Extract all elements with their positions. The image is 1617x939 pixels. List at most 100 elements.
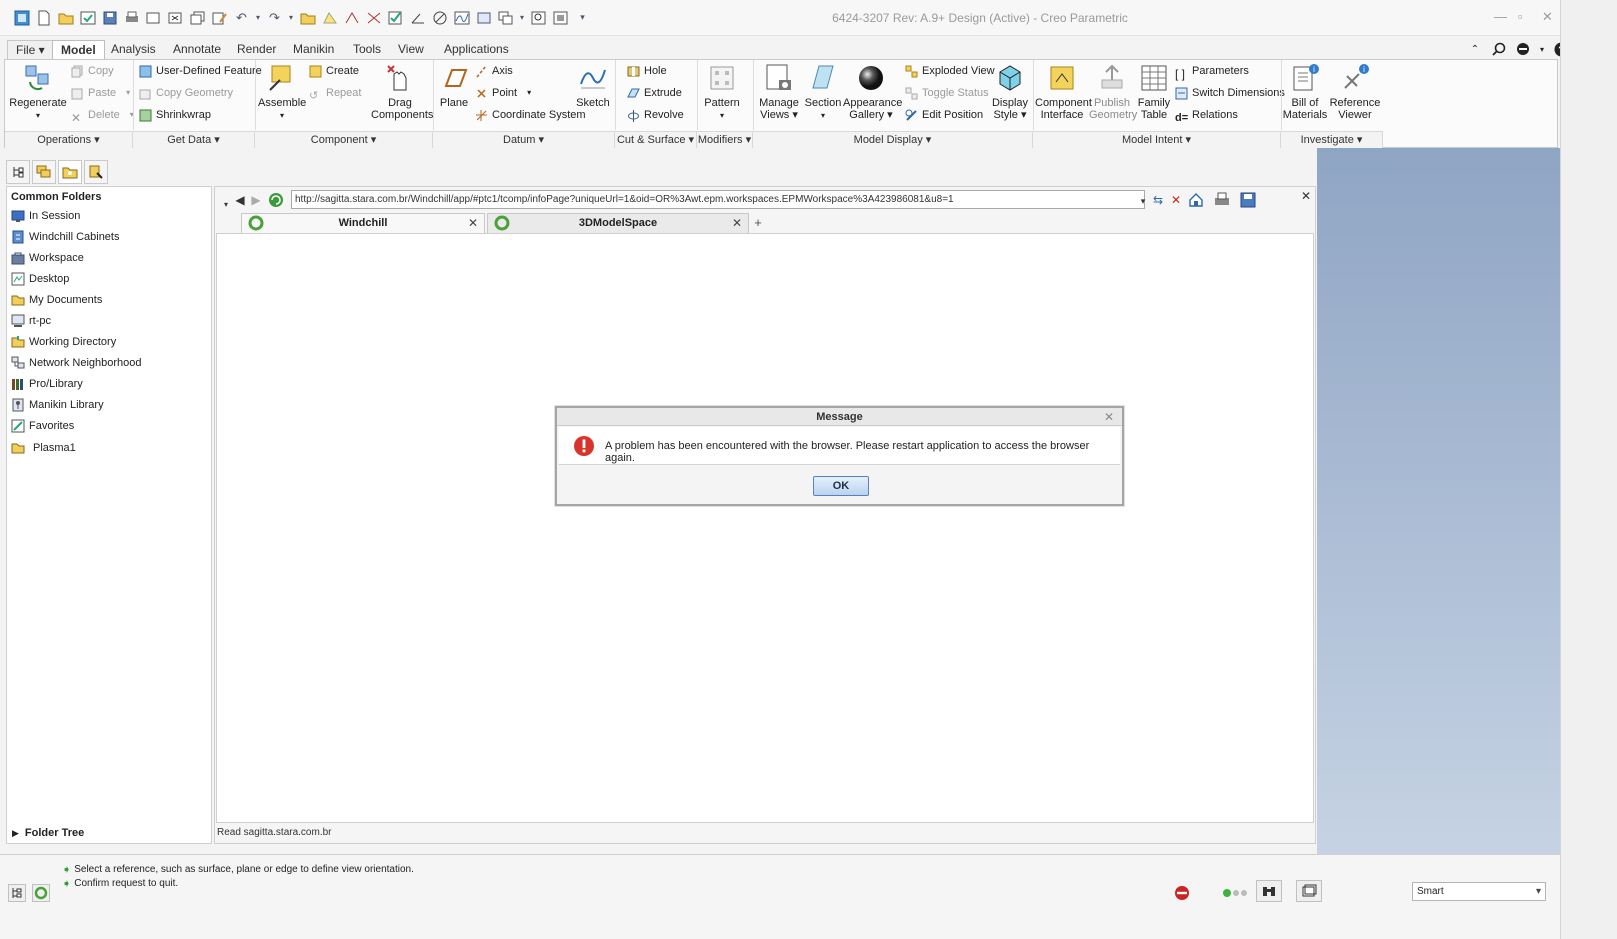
reference-viewer-button[interactable]: i Reference Viewer xyxy=(1329,62,1381,121)
navigator-toggle-icon[interactable] xyxy=(8,884,26,902)
save-icon[interactable] xyxy=(100,8,119,27)
windows-dropdown-icon[interactable]: ▾ xyxy=(518,8,526,27)
tab-applications[interactable]: Applications xyxy=(436,40,517,60)
new-tab-icon[interactable]: + xyxy=(749,213,767,231)
close-browser-icon[interactable]: ✕ xyxy=(1297,187,1315,205)
manage-views-button[interactable]: Manage Views ▾ xyxy=(757,62,801,121)
copy-geometry-button[interactable]: Copy Geometry xyxy=(139,84,233,102)
tab-model[interactable]: Model xyxy=(52,40,105,60)
user-defined-feature-button[interactable]: User-Defined Feature xyxy=(139,62,262,80)
model-intent-group-label[interactable]: Model Intent ▾ xyxy=(1033,131,1281,148)
tab-file[interactable]: File ▾ xyxy=(7,40,54,60)
folder-manikin-library[interactable]: Manikin Library xyxy=(11,396,104,414)
customize-dropdown-icon[interactable]: ▾ xyxy=(573,8,592,27)
maximize-icon[interactable]: ▫ xyxy=(1518,9,1523,24)
stop-regeneration-icon[interactable] xyxy=(1174,885,1190,904)
curve-icon[interactable] xyxy=(452,8,471,27)
print-page-icon[interactable] xyxy=(1213,191,1231,209)
measure-icon[interactable] xyxy=(430,8,449,27)
edit-position-button[interactable]: Edit Position xyxy=(905,106,983,124)
folder-icon[interactable] xyxy=(298,8,317,27)
copy-button[interactable]: Copy xyxy=(71,62,114,80)
family-table-button[interactable]: Family Table xyxy=(1136,62,1172,121)
tab-analysis[interactable]: Analysis xyxy=(103,40,164,60)
publish-geometry-button[interactable]: Publish Geometry xyxy=(1089,62,1137,121)
drag-components-button[interactable]: Drag Components xyxy=(371,62,433,121)
close-icon[interactable]: ✕ xyxy=(1542,9,1553,25)
exploded-view-button[interactable]: Exploded View xyxy=(905,62,995,80)
url-input[interactable]: http://sagitta.stara.com.br/Windchill/ap… xyxy=(291,190,1145,209)
display-style-button[interactable]: Display Style ▾ xyxy=(989,62,1031,121)
home-icon[interactable] xyxy=(1187,191,1205,209)
tab-close-icon[interactable]: ✕ xyxy=(732,214,742,232)
dimension-icon[interactable] xyxy=(342,8,361,27)
go-icon[interactable]: ⇆ xyxy=(1149,191,1167,209)
paste-button[interactable]: Paste ▾ xyxy=(71,84,130,102)
tab-manikin[interactable]: Manikin xyxy=(285,40,342,60)
browser-content[interactable] xyxy=(216,233,1314,823)
bill-of-materials-button[interactable]: i Bill of Materials xyxy=(1281,62,1329,121)
search-icon[interactable] xyxy=(1490,40,1508,58)
favorites-tab[interactable] xyxy=(84,160,108,184)
model-tree-tab[interactable] xyxy=(6,160,30,184)
browser-toggle-icon[interactable] xyxy=(32,884,50,902)
tab-render[interactable]: Render xyxy=(229,40,284,60)
datum-group-label[interactable]: Datum ▾ xyxy=(433,131,615,148)
sketch-tool-icon[interactable] xyxy=(320,8,339,27)
switch-dimensions-button[interactable]: Switch Dimensions xyxy=(1175,84,1285,102)
ok-button[interactable]: OK xyxy=(813,476,869,496)
folder-pro-library[interactable]: Pro/Library xyxy=(11,375,83,393)
layer-tab[interactable] xyxy=(32,160,56,184)
revolve-button[interactable]: Revolve xyxy=(627,106,684,124)
assemble-button[interactable]: Assemble ▾ xyxy=(258,62,306,122)
delete-button[interactable]: ✕ Delete ▾ xyxy=(71,106,134,125)
tab-view[interactable]: View xyxy=(390,40,432,60)
extrude-button[interactable]: Extrude xyxy=(627,84,682,102)
folder-my-documents[interactable]: My Documents xyxy=(11,291,102,309)
transform-icon[interactable] xyxy=(474,8,493,27)
zoom-icon[interactable] xyxy=(529,8,548,27)
shrinkwrap-button[interactable]: Shrinkwrap xyxy=(139,106,211,124)
toggle-status-button[interactable]: Toggle Status xyxy=(905,84,989,102)
close-window-icon[interactable] xyxy=(166,8,185,27)
selection-filter-select[interactable]: Smart xyxy=(1412,882,1546,901)
tab-close-icon[interactable]: ✕ xyxy=(468,214,478,232)
folder-network-neighborhood[interactable]: Network Neighborhood xyxy=(11,354,142,372)
regenerate-button[interactable]: Regenerate ▾ xyxy=(9,62,67,122)
appearance-gallery-button[interactable]: Appearance Gallery ▾ xyxy=(843,62,902,121)
point-button[interactable]: Point ▾ xyxy=(475,84,531,102)
folder-plasma1[interactable]: Plasma1 xyxy=(11,439,76,457)
modifiers-group-label[interactable]: Modifiers ▾ xyxy=(697,131,753,148)
create-button[interactable]: Create xyxy=(309,62,359,80)
folder-in-session[interactable]: In Session xyxy=(11,207,80,225)
community-icon[interactable] xyxy=(1514,40,1532,58)
folder-workspace[interactable]: Workspace xyxy=(11,249,84,267)
repeat-button[interactable]: ↺ Repeat xyxy=(309,84,361,102)
collapse-ribbon-icon[interactable]: ⌃ xyxy=(1466,40,1484,58)
sketch-button[interactable]: Sketch xyxy=(573,62,613,109)
screen-icon[interactable] xyxy=(551,8,570,27)
save-page-icon[interactable] xyxy=(1239,191,1257,209)
refresh-icon[interactable] xyxy=(267,191,285,209)
minimize-icon[interactable]: — xyxy=(1494,9,1507,24)
tab-3dmodelspace[interactable]: 3DModelSpace ✕ xyxy=(487,213,749,233)
undo-icon[interactable]: ↶ xyxy=(232,8,251,27)
copy-window-icon[interactable] xyxy=(188,8,207,27)
parameters-button[interactable]: [ ] Parameters xyxy=(1175,62,1249,81)
print-icon[interactable] xyxy=(122,8,141,27)
folder-rt-pc[interactable]: rt-pc xyxy=(11,312,51,330)
redo-dropdown-icon[interactable]: ▾ xyxy=(287,8,295,27)
model-display-group-label[interactable]: Model Display ▾ xyxy=(753,131,1033,148)
folder-browser-tab[interactable] xyxy=(58,160,82,184)
hole-button[interactable]: Hole xyxy=(627,62,667,80)
plane-button[interactable]: Plane xyxy=(437,62,471,109)
angle-icon[interactable] xyxy=(408,8,427,27)
community-dropdown-icon[interactable]: ▾ xyxy=(1538,40,1546,58)
tab-annotate[interactable]: Annotate xyxy=(165,40,229,60)
get-data-group-label[interactable]: Get Data ▾ xyxy=(133,131,255,148)
operations-group-label[interactable]: Operations ▾ xyxy=(5,131,133,148)
pattern-button[interactable]: Pattern ▾ xyxy=(701,62,743,122)
trim-icon[interactable] xyxy=(364,8,383,27)
section-button[interactable]: Section ▾ xyxy=(803,62,843,122)
relations-button[interactable]: d= Relations xyxy=(1175,106,1238,124)
